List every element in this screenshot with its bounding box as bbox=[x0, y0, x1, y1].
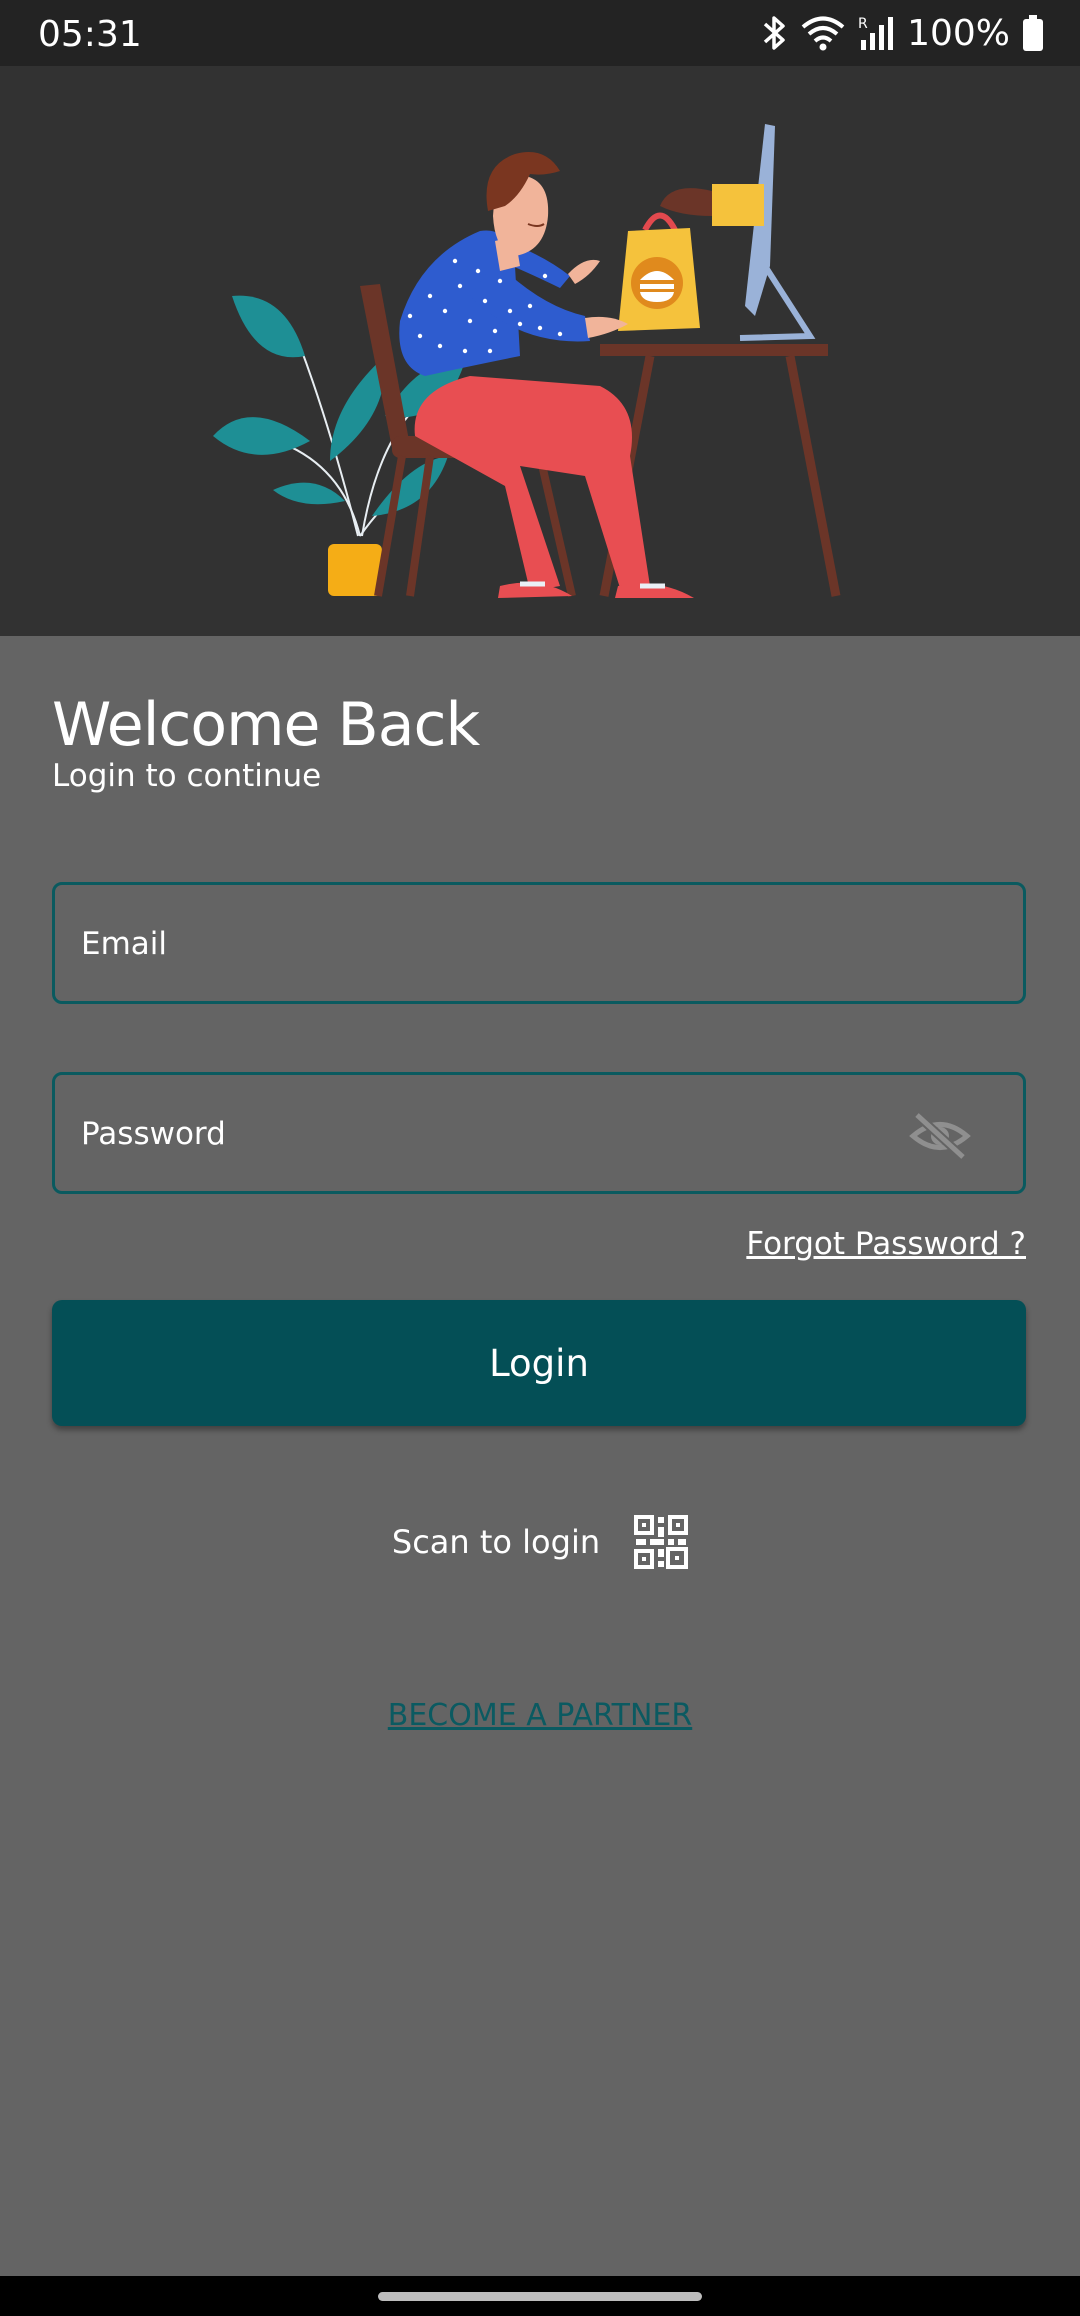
email-field[interactable] bbox=[52, 882, 1026, 1004]
bluetooth-icon bbox=[763, 16, 785, 50]
person-ordering-food-illustration bbox=[213, 124, 841, 598]
become-partner-link[interactable]: BECOME A PARTNER bbox=[0, 1698, 1080, 1733]
home-indicator[interactable] bbox=[378, 2292, 702, 2301]
login-button[interactable]: Login bbox=[52, 1300, 1026, 1426]
forgot-password-link[interactable]: Forgot Password ? bbox=[746, 1226, 1026, 1262]
email-input[interactable] bbox=[79, 885, 903, 1003]
page-title: Welcome Back bbox=[52, 690, 480, 760]
signal-icon: R bbox=[858, 16, 894, 50]
qr-code-icon[interactable] bbox=[634, 1515, 689, 1569]
status-time: 05:31 bbox=[38, 14, 142, 55]
password-input[interactable] bbox=[79, 1075, 903, 1193]
battery-icon bbox=[1023, 15, 1043, 51]
scan-to-login[interactable]: Scan to login bbox=[0, 1512, 1080, 1572]
svg-text:R: R bbox=[858, 16, 868, 32]
status-icons: R 100% bbox=[761, 12, 1044, 54]
wifi-icon bbox=[801, 16, 845, 51]
page-subtitle: Login to continue bbox=[52, 758, 322, 794]
battery-percent: 100% bbox=[907, 12, 1010, 54]
password-field[interactable] bbox=[52, 1072, 1026, 1194]
scan-to-login-label[interactable]: Scan to login bbox=[392, 1523, 600, 1561]
hero-illustration bbox=[0, 66, 1080, 636]
navigation-bar bbox=[0, 2276, 1080, 2316]
eye-off-icon[interactable] bbox=[909, 1111, 971, 1161]
status-bar: 05:31 R 100% bbox=[0, 0, 1080, 66]
